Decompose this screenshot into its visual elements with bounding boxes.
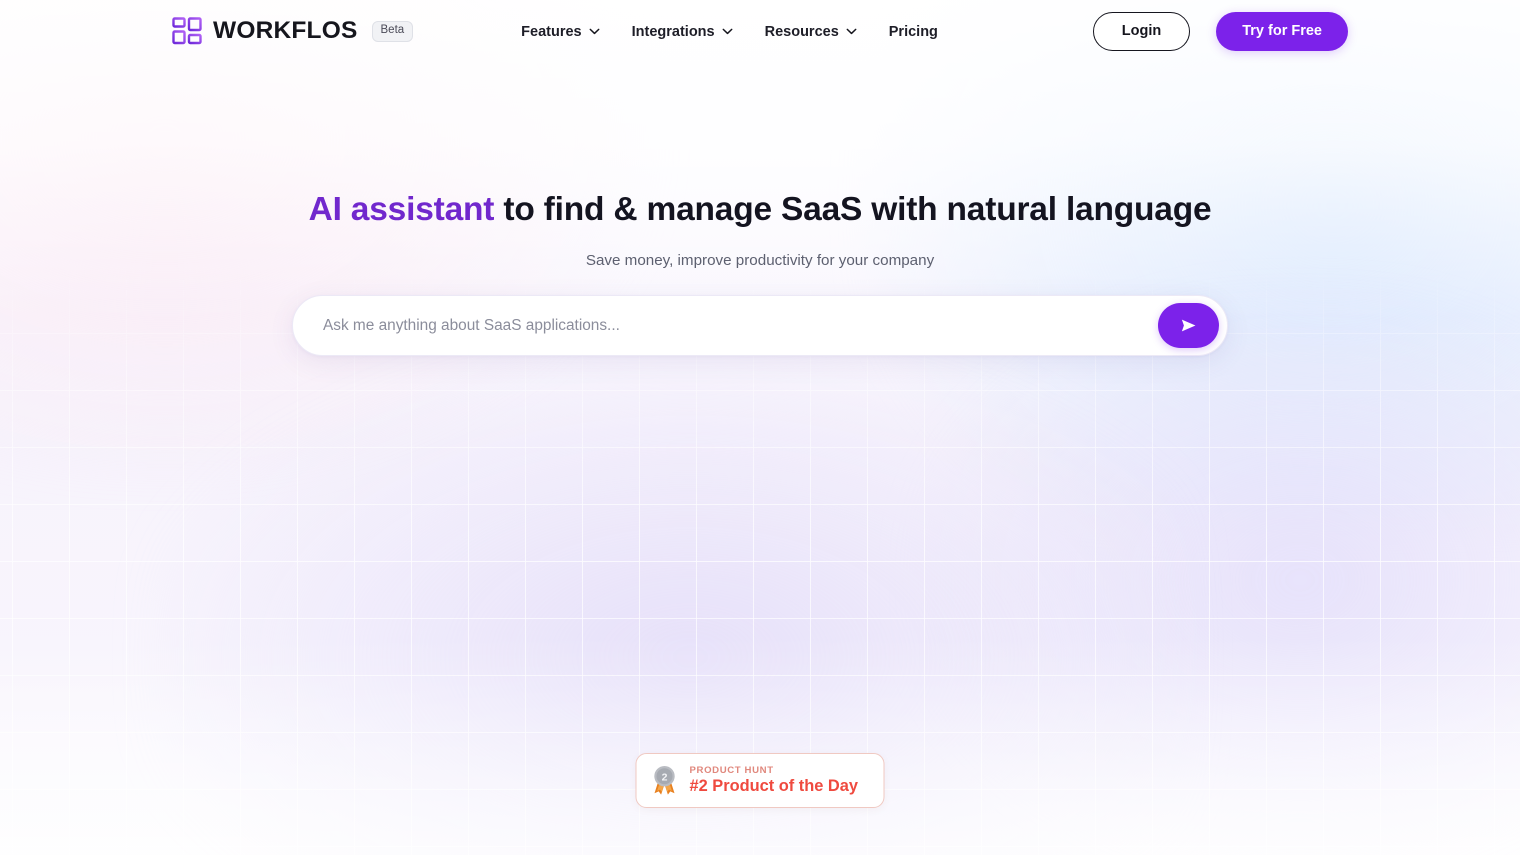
send-button[interactable] [1158,303,1219,349]
beta-badge: Beta [371,21,414,42]
nav-item-label: Pricing [888,23,938,40]
header-actions: Login Try for Free [1092,12,1348,51]
nav-item-label: Resources [764,23,839,40]
page-subtitle: Save money, improve productivity for you… [585,252,935,270]
try-for-free-button[interactable]: Try for Free [1216,12,1348,51]
brand-logo-link[interactable]: WORKFLOS Beta [172,16,414,47]
send-paper-plane-icon [1181,320,1196,332]
nav-item-label: Integrations [631,23,715,40]
nav-item-resources[interactable]: Resources [749,16,873,48]
header-inner: WORKFLOS Beta Features Integrations Reso… [0,0,1520,63]
product-hunt-text: PRODUCT HUNT #2 Product of the Day [690,766,859,796]
nav-item-integrations[interactable]: Integrations [616,16,749,48]
background-bottom-glow [0,635,1520,855]
product-hunt-badge[interactable]: 2 PRODUCT HUNT #2 Product of the Day [635,753,885,808]
site-header: WORKFLOS Beta Features Integrations Reso… [0,0,1520,63]
headline-rest: to find & manage SaaS with natural langu… [494,191,1212,228]
nav-item-label: Features [521,23,582,40]
login-button[interactable]: Login [1092,12,1191,51]
grid-squares-logo-icon [172,16,202,44]
page-title: AI assistant to find & manage SaaS with … [0,189,1520,231]
search-input[interactable] [323,296,1158,356]
brand-name: WORKFLOS [213,17,358,45]
ai-search-bar[interactable] [292,295,1228,357]
nav-item-pricing[interactable]: Pricing [873,16,954,48]
product-hunt-title: #2 Product of the Day [689,777,859,796]
chevron-down-icon [846,28,857,35]
chevron-down-icon [589,28,600,35]
svg-text:2: 2 [662,771,668,783]
main-navigation: Features Integrations Resources Pricing [505,16,954,48]
chevron-down-icon [722,28,733,35]
headline-accent: AI assistant [308,191,495,228]
nav-item-features[interactable]: Features [505,16,615,48]
product-hunt-kicker: PRODUCT HUNT [689,764,774,776]
medal-rank-2-icon: 2 [654,766,675,795]
